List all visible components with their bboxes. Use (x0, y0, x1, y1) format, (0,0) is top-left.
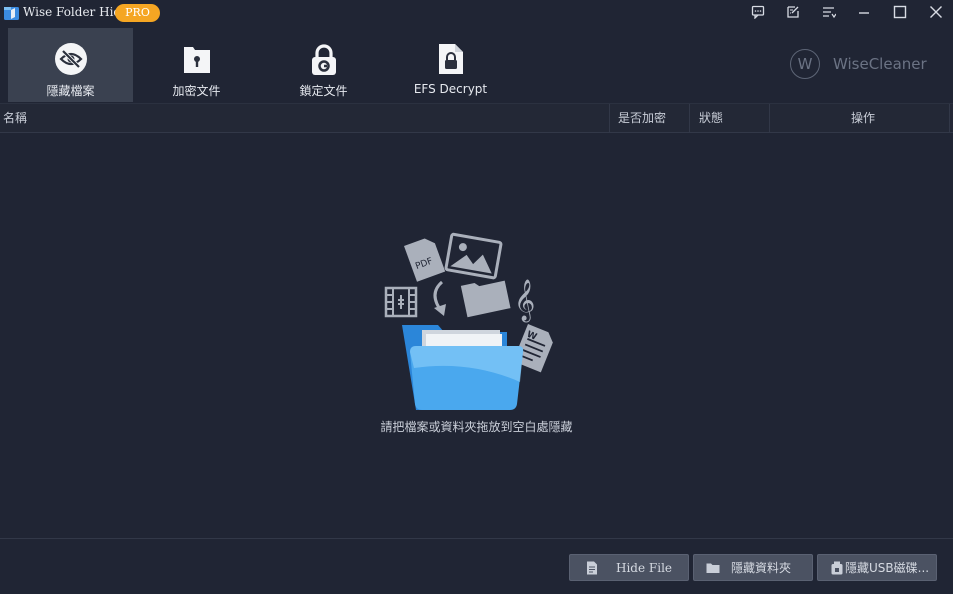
app-logo-icon (4, 7, 19, 20)
column-header-encrypted[interactable]: 是否加密 (618, 104, 666, 132)
feedback-icon[interactable] (747, 2, 769, 22)
brand-logo-mark: W (790, 49, 820, 79)
tab-label: 鎖定文件 (299, 84, 348, 98)
file-lock-icon (438, 44, 463, 74)
padlock-icon (311, 44, 336, 75)
file-icon (587, 561, 597, 575)
tab-label: 加密文件 (172, 84, 221, 98)
tab-label: EFS Decrypt (413, 82, 488, 96)
minimize-icon[interactable] (853, 2, 875, 22)
eye-slash-icon (54, 43, 87, 75)
drop-hint: 請把檔案或資料夾拖放到空白處隱藏 (380, 420, 573, 434)
hide-file-button[interactable]: Hide File (569, 554, 689, 581)
drop-zone[interactable]: PDF 𝄞 W 請把檔案或資料夾拖放到空白處隱藏 (0, 132, 953, 537)
tab-label: 隱藏檔案 (46, 84, 95, 98)
column-header-status[interactable]: 狀態 (699, 104, 723, 132)
image-file-icon (444, 232, 503, 280)
folder-icon (460, 280, 511, 318)
music-file-icon: 𝄞 (514, 279, 535, 322)
hide-folder-label: 隱藏資料夾 (731, 561, 792, 575)
hide-file-label: Hide File (616, 561, 673, 575)
drop-files-illustration: PDF 𝄞 W (384, 232, 553, 410)
menu-icon[interactable] (818, 2, 840, 22)
hide-folder-button[interactable]: 隱藏資料夾 (693, 554, 813, 581)
file-keyhole-icon (183, 47, 210, 73)
column-divider[interactable] (949, 104, 950, 132)
tab-encrypt-files[interactable]: 加密文件 (134, 28, 259, 102)
tab-hide-files[interactable]: 隱藏檔案 (8, 28, 133, 102)
folder-icon (706, 563, 720, 573)
column-divider[interactable] (689, 104, 690, 132)
title-bar: Wise Folder Hider PRO (0, 0, 953, 26)
tab-lock-files[interactable]: 鎖定文件 (261, 28, 386, 102)
hide-usb-button[interactable]: 隱藏USB磁碟... (817, 554, 937, 581)
column-header-name[interactable]: 名稱 (3, 104, 27, 132)
video-file-icon (384, 286, 418, 318)
column-divider[interactable] (769, 104, 770, 132)
pro-badge[interactable]: PRO (115, 4, 160, 22)
column-divider[interactable] (609, 104, 610, 132)
pdf-file-icon: PDF (404, 238, 446, 282)
column-header-actions[interactable]: 操作 (851, 104, 875, 132)
close-icon[interactable] (925, 2, 947, 22)
brand-name: WiseCleaner (833, 55, 927, 73)
maximize-icon[interactable] (889, 2, 911, 22)
tab-efs-decrypt[interactable]: EFS Decrypt (388, 28, 513, 102)
wisecleaner-logo[interactable]: W WiseCleaner (790, 49, 927, 79)
footer-divider (0, 538, 953, 539)
usb-lock-icon (831, 561, 843, 575)
hide-usb-label: 隱藏USB磁碟... (845, 561, 930, 575)
edit-icon[interactable] (782, 2, 804, 22)
file-table-header: 名稱 是否加密 狀態 操作 (0, 103, 953, 133)
